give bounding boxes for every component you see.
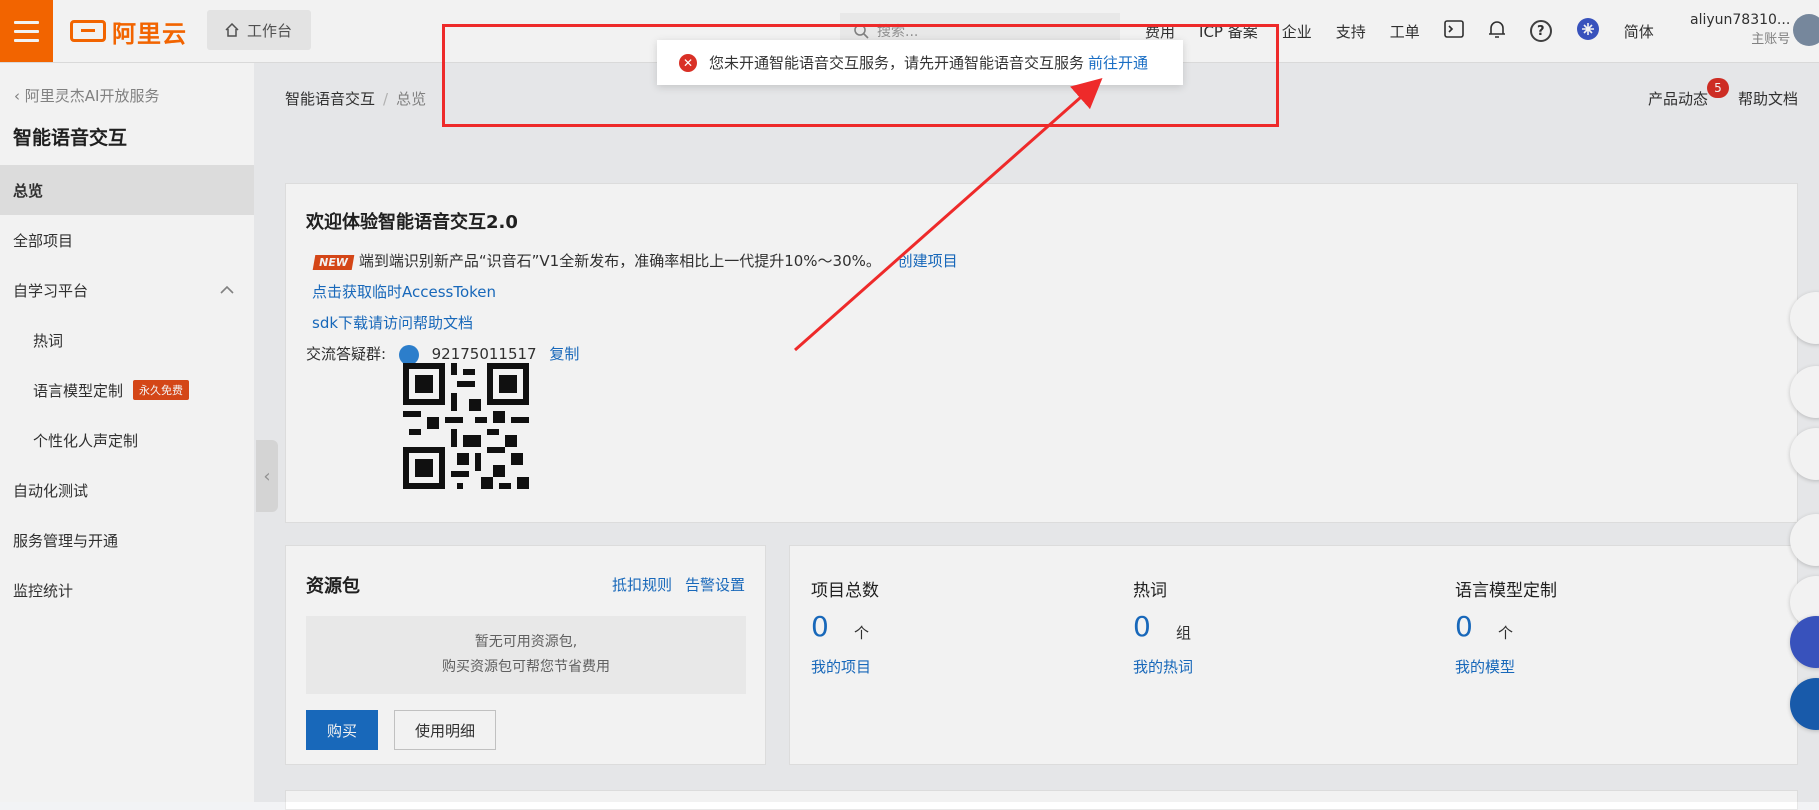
annotation-arrow [794,78,1103,352]
